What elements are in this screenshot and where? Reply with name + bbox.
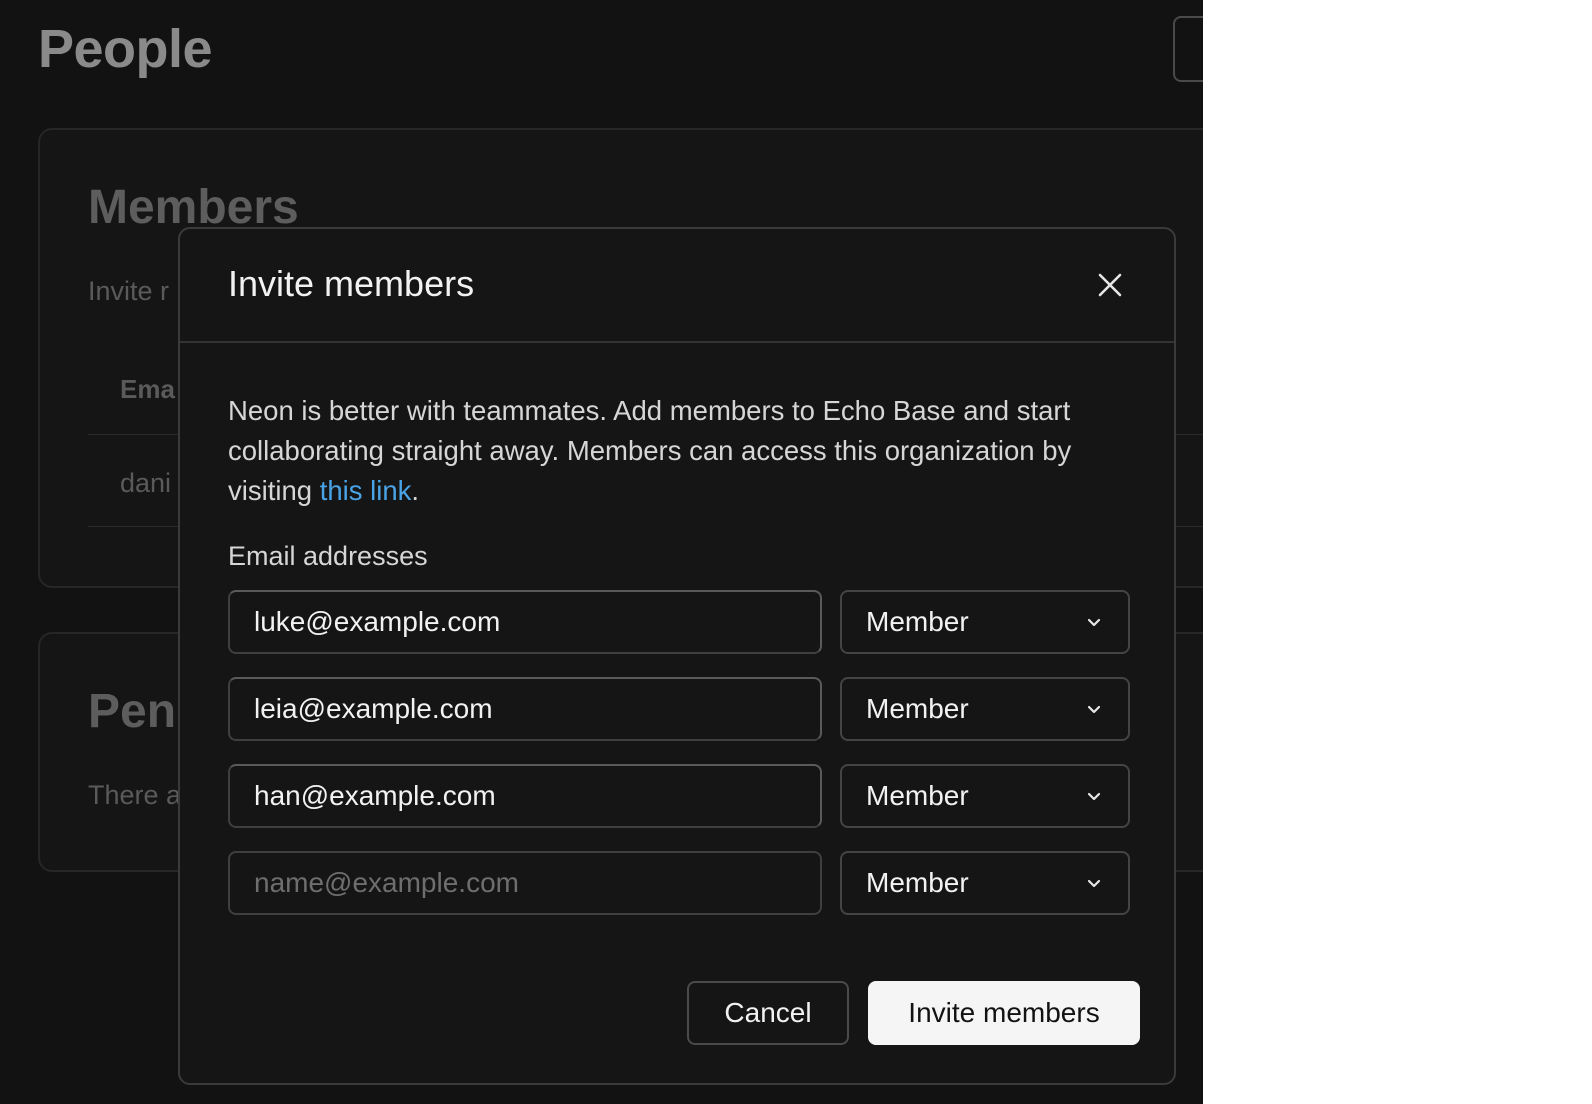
close-button[interactable] xyxy=(1090,265,1130,305)
column-header-email: Ema xyxy=(120,374,175,404)
table-row-email: dani xyxy=(120,468,172,498)
chevron-down-icon xyxy=(1087,879,1101,888)
role-select-value: Member xyxy=(866,780,969,811)
close-icon xyxy=(1098,273,1122,297)
chevron-down-icon xyxy=(1087,705,1101,714)
role-select-value: Member xyxy=(866,693,969,724)
app-background: People Members Invite r Ema dani Pend Th… xyxy=(0,0,1203,1104)
role-select-value: Member xyxy=(866,606,969,637)
page-title: People xyxy=(38,19,213,79)
chevron-down-icon xyxy=(1087,618,1101,627)
dialog-title: Invite members xyxy=(228,263,475,304)
role-select-value: Member xyxy=(866,867,969,898)
role-select[interactable]: Member xyxy=(840,851,1130,915)
role-select[interactable]: Member xyxy=(840,677,1130,741)
organization-link[interactable]: this link xyxy=(320,475,412,506)
email-input[interactable] xyxy=(228,764,822,828)
role-select[interactable]: Member xyxy=(840,590,1130,654)
invite-members-dialog: Invite members Neon is better with teamm… xyxy=(178,227,1176,1085)
pending-description: There a xyxy=(88,780,182,810)
invite-row: Member xyxy=(228,851,1130,915)
dialog-description-end: . xyxy=(411,475,420,506)
email-input[interactable] xyxy=(228,677,822,741)
cancel-button[interactable]: Cancel xyxy=(687,981,849,1045)
dialog-description: Neon is better with teammates. Add membe… xyxy=(228,391,1108,511)
header-action-button[interactable] xyxy=(1173,16,1203,82)
email-addresses-label: Email addresses xyxy=(228,541,428,571)
invite-row: Member xyxy=(228,764,1130,828)
chevron-down-icon xyxy=(1087,792,1101,801)
members-description: Invite r xyxy=(88,276,170,306)
role-select[interactable]: Member xyxy=(840,764,1130,828)
invite-members-button[interactable]: Invite members xyxy=(868,981,1140,1045)
invite-row: Member xyxy=(228,677,1130,741)
dialog-header: Invite members xyxy=(180,229,1174,343)
invite-row: Member xyxy=(228,590,1130,654)
email-input[interactable] xyxy=(228,851,822,915)
email-input[interactable] xyxy=(228,590,822,654)
